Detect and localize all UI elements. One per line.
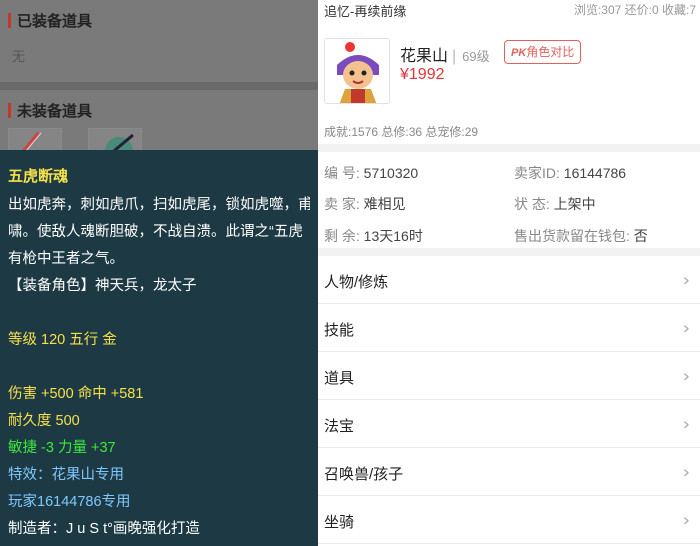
menu-item-label: 召唤兽/孩子 [324, 466, 404, 483]
chevron-right-icon: › [682, 318, 690, 339]
avatar[interactable] [324, 38, 390, 104]
item-name: 五虎断魂 [8, 168, 69, 185]
status-value: 上架中 [553, 196, 596, 212]
item-desc-line-3: 有枪中王者之气。 [8, 251, 124, 267]
server-name: 花果山 | 69级 [400, 42, 490, 66]
section-divider [0, 82, 318, 90]
inventory-panel: 已装备道具 无 未装备道具 五虎断魂 出如虎奔，刺如虎爪，扫如虎尾，锁如虎噬，甫… [0, 0, 318, 546]
menu-item-pets[interactable]: 召唤兽/孩子 › [318, 448, 700, 496]
chevron-right-icon: › [682, 510, 690, 531]
role-detail-panel: 追忆-再续前缘 浏览:307 还价:0 收藏:7 花果山 | 69级 PK角色对比 … [318, 0, 700, 546]
item-tooltip: 五虎断魂 出如虎奔，刺如虎爪，扫如虎尾，锁如虎噬，甫 啸。使敌人魂断胆破，不战自… [0, 150, 318, 546]
item-durability: 耐久度 500 [8, 413, 80, 429]
menu-item-label: 法宝 [324, 418, 355, 435]
view-stats: 浏览:307 还价:0 收藏:7 [573, 3, 696, 17]
remaining-field: 剩 余: 13天16时 [324, 226, 423, 246]
seller-field: 卖 家: 难相见 [324, 194, 406, 214]
price: ¥1992 [400, 66, 445, 83]
wallet-label: 售出货款留在钱包: [514, 228, 634, 244]
menu-item-label: 道具 [324, 370, 355, 387]
section-marker [8, 13, 11, 28]
seller-id-field: 卖家ID: 16144786 [514, 163, 626, 183]
item-player: 玩家16144786专用 [8, 494, 131, 510]
status-field: 状 态: 上架中 [514, 194, 596, 214]
item-roles: 【装备角色】神天兵，龙太子 [8, 278, 197, 294]
equipped-section-title: 已装备道具 [8, 10, 92, 31]
id-label: 编 号: [324, 165, 364, 181]
wallet-value: 否 [633, 228, 648, 244]
wallet-field: 售出货款留在钱包: 否 [514, 226, 648, 246]
section-divider [318, 248, 700, 256]
item-damage: 伤害 +500 命中 +581 [8, 386, 144, 402]
seller-id-value: 16144786 [563, 165, 627, 181]
item-agility: 敏捷 -3 力量 +37 [8, 440, 116, 456]
section-marker [8, 103, 11, 118]
pk-icon: PK [511, 47, 527, 59]
role-level: 69级 [462, 49, 490, 64]
equipped-title-text: 已装备道具 [17, 13, 93, 30]
menu-item-character[interactable]: 人物/修炼 › [318, 256, 700, 304]
equipped-empty-text: 无 [12, 49, 26, 64]
item-special: 特效：花果山专用 [8, 467, 124, 483]
zone-title: 追忆-再续前缘 [324, 4, 407, 19]
unequipped-section-title: 未装备道具 [8, 100, 92, 121]
item-desc-line-1: 出如虎奔，刺如虎爪，扫如虎尾，锁如虎噬，甫 [8, 197, 310, 213]
item-level: 等级 120 五行 金 [8, 332, 117, 348]
menu-item-label: 技能 [324, 322, 355, 339]
seller-id-label: 卖家ID: [514, 165, 564, 181]
menu-item-treasures[interactable]: 法宝 › [318, 400, 700, 448]
character-avatar-icon [325, 39, 389, 103]
achievement-stats: 成就:1576 总修:36 总宠修:29 [324, 125, 479, 139]
remaining-label: 剩 余: [324, 228, 364, 244]
separator: | [452, 48, 457, 65]
server-label: 花果山 [400, 48, 449, 65]
id-field: 编 号: 5710320 [324, 163, 418, 183]
item-maker: 制造者：J u S t°画晚强化打造 [8, 521, 200, 537]
section-divider [318, 144, 700, 152]
chevron-right-icon: › [682, 270, 690, 291]
remaining-value: 13天16时 [363, 228, 423, 244]
menu-item-label: 人物/修炼 [324, 274, 389, 291]
menu-item-mounts[interactable]: 坐骑 › [318, 496, 700, 544]
menu-item-label: 坐骑 [324, 514, 355, 531]
seller-label: 卖 家: [324, 196, 364, 212]
top-bar: 追忆-再续前缘 浏览:307 还价:0 收藏:7 [324, 0, 700, 19]
menu-item-items[interactable]: 道具 › [318, 352, 700, 400]
unequipped-title-text: 未装备道具 [17, 103, 93, 120]
id-value: 5710320 [363, 165, 419, 181]
seller-value: 难相见 [363, 196, 406, 212]
chevron-right-icon: › [682, 462, 690, 483]
menu-item-skills[interactable]: 技能 › [318, 304, 700, 352]
role-compare-button[interactable]: PK角色对比 [504, 40, 582, 64]
chevron-right-icon: › [682, 414, 690, 435]
compare-label: 角色对比 [526, 45, 575, 59]
status-label: 状 态: [514, 196, 554, 212]
chevron-right-icon: › [682, 366, 690, 387]
item-desc-line-2: 啸。使敌人魂断胆破，不战自溃。此谓之“五虎 [8, 224, 303, 240]
